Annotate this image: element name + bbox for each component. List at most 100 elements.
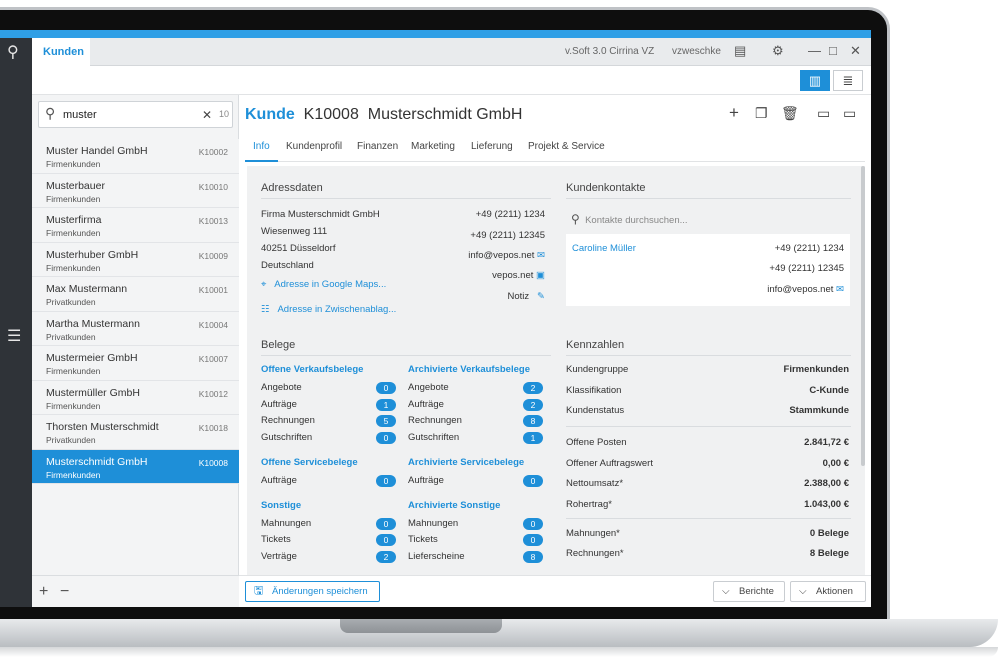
kpi-value: C-Kunde [809,385,849,396]
tab-info[interactable]: Info [253,141,270,152]
gear-icon[interactable]: ⚙ [772,43,784,59]
count-badge[interactable]: 2 [523,382,543,394]
search-icon: ⚲ [571,212,580,226]
beleg-label: Rechnungen [261,415,315,426]
clipboard-label: Adresse in Zwischenablag... [277,304,397,315]
list-item[interactable]: Mustermüller GmbH Firmenkunden K10012 [32,380,239,415]
list-item[interactable]: Max Mustermann Privatkunden K10001 [32,277,239,312]
list-item[interactable]: Martha Mustermann Privatkunden K10004 [32,311,239,346]
clipboard-link[interactable]: ☷ Adresse in Zwischenablag... [261,304,396,315]
remove-icon[interactable]: − [60,583,69,601]
contact-phone-1[interactable]: +49 (2211) 1234 [775,243,844,254]
count-badge[interactable]: 2 [523,399,543,411]
kpi-value: Stammkunde [789,405,849,416]
search-input[interactable]: muster [63,109,97,121]
contact-card[interactable]: Caroline Müller +49 (2211) 1234 +49 (221… [566,234,850,306]
count-badge[interactable]: 0 [376,382,396,394]
contact-name[interactable]: Caroline Müller [572,243,636,254]
count-badge[interactable]: 0 [376,518,396,530]
list-item[interactable]: Thorsten Musterschmidt Privatkunden K10018 [32,415,239,450]
list-item[interactable]: Mustermeier GmbH Firmenkunden K10007 [32,346,239,381]
close-icon[interactable]: ✕ [850,43,861,59]
add-icon[interactable]: + [39,583,48,601]
phone-2[interactable]: +49 (2211) 12345 [470,230,545,241]
kpi-label: Kundenstatus [566,405,625,416]
chat-icon[interactable]: ▤ [734,43,746,59]
save-label: Änderungen speichern [272,586,368,597]
contact-phone-2[interactable]: +49 (2211) 12345 [769,263,844,274]
count-badge[interactable]: 0 [376,475,396,487]
count-badge[interactable]: 2 [376,551,396,563]
count-badge[interactable]: 5 [376,415,396,427]
address-line: Wiesenweg 111 [261,226,328,237]
save-button[interactable]: 🖫︎ Änderungen speichern [245,581,380,602]
tab-projekt-service[interactable]: Projekt & Service [528,141,605,152]
maps-label: Adresse in Google Maps... [274,279,387,290]
email-link[interactable]: info@vepos.net ✉ [468,250,545,261]
accent-bar [0,30,871,38]
tab-kundenprofil[interactable]: Kundenprofil [286,141,342,152]
list-item[interactable]: Musterhuber GmbH Firmenkunden K10009 [32,242,239,277]
web-text: vepos.net [492,270,534,281]
customer-search[interactable]: ⚲ muster ✕ 10 [38,101,233,128]
copy-icon[interactable]: ❐ [755,105,768,122]
detail-view-button[interactable]: ▥ [800,70,830,91]
tab-kunden[interactable]: Kunden [32,38,90,66]
note-link[interactable]: Notiz ✎ [507,291,545,302]
list-item-selected[interactable]: Musterschmidt GmbH Firmenkunden K10008 [32,449,239,484]
minimize-icon[interactable]: — [808,43,821,58]
comment-icon[interactable]: ▭ [817,105,830,122]
messages-icon[interactable]: ▭ [843,105,856,122]
maximize-icon[interactable]: □ [829,43,837,58]
count-badge[interactable]: 8 [523,551,543,563]
tab-marketing[interactable]: Marketing [411,141,455,152]
customer-id: K10010 [198,181,228,192]
search-icon[interactable]: ⚲ [7,44,19,62]
tab-finanzen[interactable]: Finanzen [357,141,398,152]
divider [261,355,551,356]
actions-button[interactable]: ⌵ Aktionen [790,581,866,602]
save-icon: 🖫︎ [254,585,264,597]
contact-email[interactable]: info@vepos.net ✉ [767,284,844,295]
kpi-value: 0 Belege [809,528,849,539]
title-id: K10008 [303,106,359,123]
kpi-value: 2.388,00 € [804,478,849,489]
count-badge[interactable]: 1 [523,432,543,444]
list-item[interactable]: Muster Handel GmbH Firmenkunden K10002 [32,139,239,174]
list-view-button[interactable]: ≣ [833,70,863,91]
count-badge[interactable]: 0 [376,432,396,444]
count-badge[interactable]: 0 [376,534,396,546]
trash-icon[interactable]: 🗑︎ [781,105,799,122]
phone-1[interactable]: +49 (2211) 1234 [476,209,545,220]
customer-type: Firmenkunden [46,469,101,480]
customer-id: K10002 [198,147,228,157]
contacts-search-placeholder: Kontakte durchsuchen... [585,215,688,226]
contacts-search[interactable]: ⚲ Kontakte durchsuchen... [571,212,688,226]
active-tab-indicator [245,160,278,162]
count-badge[interactable]: 0 [523,518,543,530]
customer-id: K10018 [198,423,228,433]
add-icon[interactable]: + [729,103,739,123]
count-badge[interactable]: 0 [523,534,543,546]
count-badge[interactable]: 8 [523,415,543,427]
monitor-icon: ▣ [536,270,545,281]
count-badge[interactable]: 0 [523,475,543,487]
customer-type: Firmenkunden [46,159,101,169]
google-maps-link[interactable]: ⌖ Adresse in Google Maps... [261,279,386,290]
clear-icon[interactable]: ✕ [202,108,212,122]
section-archivierte-servicebelege: Archivierte Servicebelege [408,457,525,468]
beleg-label: Mahnungen [408,518,459,529]
reports-button[interactable]: ⌵ Berichte [713,581,785,602]
web-link[interactable]: vepos.net ▣ [492,270,545,281]
tab-lieferung[interactable]: Lieferung [471,141,513,152]
beleg-label: Aufträge [261,399,297,410]
divider [566,518,851,519]
customer-id: K10004 [198,319,228,330]
address-line: 40251 Düsseldorf [261,243,336,254]
kennzahlen-title: Kennzahlen [566,339,625,351]
scrollbar[interactable] [861,166,865,466]
list-icon[interactable]: ☰ [7,328,21,346]
list-item[interactable]: Musterbauer Firmenkunden K10010 [32,173,239,208]
count-badge[interactable]: 1 [376,399,396,411]
list-item[interactable]: Musterfirma Firmenkunden K10013 [32,208,239,243]
